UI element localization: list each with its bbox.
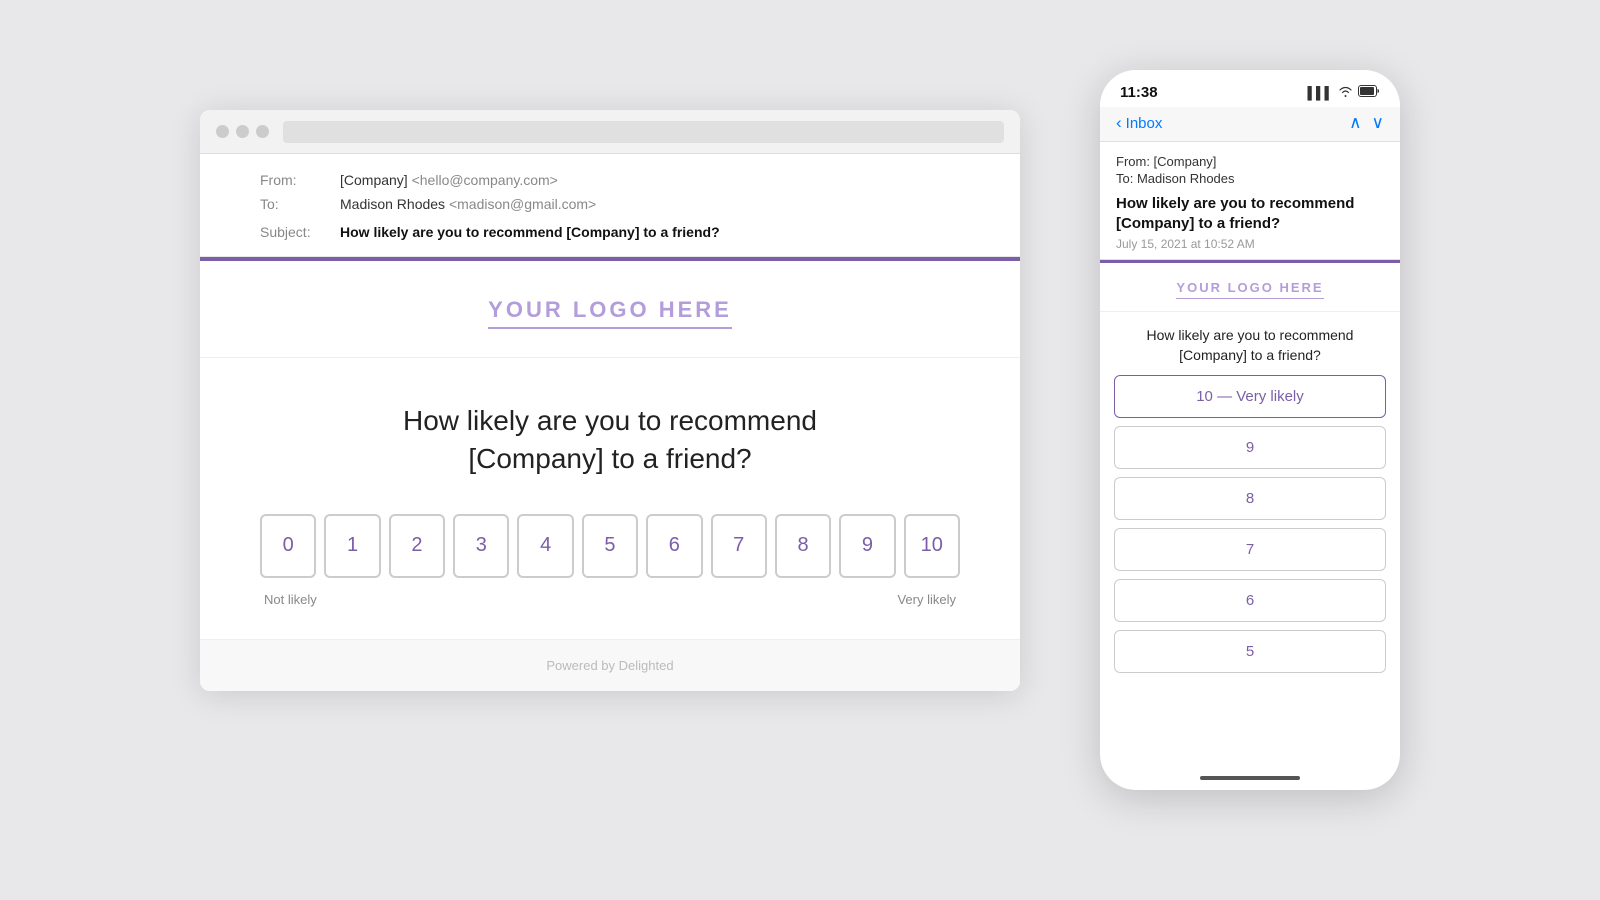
nps-btn-1[interactable]: 1 — [324, 514, 380, 578]
window-titlebar — [200, 110, 1020, 154]
mobile-nps-option-1[interactable]: 9 — [1114, 426, 1386, 469]
back-chevron-icon: ‹ — [1116, 113, 1122, 133]
logo-placeholder-desktop: YOUR LOGO HERE — [488, 297, 732, 329]
back-label: Inbox — [1126, 115, 1163, 132]
mobile-nps-option-0[interactable]: 10 — Very likely — [1114, 375, 1386, 418]
address-bar — [283, 121, 1004, 143]
email-from-row: From: [Company] <hello@company.com> — [260, 172, 960, 188]
label-very-likely: Very likely — [897, 592, 956, 607]
tl-maximize[interactable] — [256, 125, 269, 138]
nps-scale: 012345678910 — [260, 514, 960, 578]
powered-by: Powered by Delighted — [546, 658, 673, 673]
tl-minimize[interactable] — [236, 125, 249, 138]
phone-home-indicator — [1100, 766, 1400, 790]
email-to-row: To: Madison Rhodes <madison@gmail.com> — [260, 196, 960, 212]
scene: From: [Company] <hello@company.com> To: … — [200, 70, 1400, 830]
mobile-nps-options: 10 — Very likely 9 8 7 6 5 — [1100, 375, 1400, 673]
nps-btn-4[interactable]: 4 — [517, 514, 573, 578]
mobile-nps-question: How likely are you to recommend [Company… — [1100, 312, 1400, 375]
email-footer: Powered by Delighted — [200, 639, 1020, 691]
email-header: From: [Company] <hello@company.com> To: … — [200, 154, 1020, 257]
phone-time: 11:38 — [1120, 84, 1158, 101]
mobile-nps-option-5[interactable]: 5 — [1114, 630, 1386, 673]
to-name: Madison Rhodes — [340, 196, 445, 212]
email-subject-row: Subject: How likely are you to recommend… — [260, 224, 960, 240]
mobile-logo-section: YOUR LOGO HERE — [1100, 263, 1400, 312]
wifi-icon — [1338, 86, 1353, 100]
nps-btn-8[interactable]: 8 — [775, 514, 831, 578]
nps-btn-6[interactable]: 6 — [646, 514, 702, 578]
back-button[interactable]: ‹ Inbox — [1116, 113, 1162, 133]
prev-arrow-icon[interactable]: ∧ — [1349, 113, 1361, 133]
email-logo-section: YOUR LOGO HERE — [200, 261, 1020, 358]
battery-icon — [1358, 85, 1380, 100]
phone-status-bar: 11:38 ▌▌▌ — [1100, 70, 1400, 107]
to-value: Madison Rhodes <madison@gmail.com> — [340, 196, 596, 212]
nps-btn-7[interactable]: 7 — [711, 514, 767, 578]
label-not-likely: Not likely — [264, 592, 317, 607]
to-label: To: — [260, 196, 340, 212]
mobile-date: July 15, 2021 at 10:52 AM — [1116, 237, 1384, 251]
from-addr: <hello@company.com> — [412, 172, 558, 188]
to-addr: <madison@gmail.com> — [449, 196, 596, 212]
subject-text: How likely are you to recommend [Company… — [340, 224, 720, 240]
next-arrow-icon[interactable]: ∨ — [1372, 113, 1384, 133]
logo-placeholder-mobile: YOUR LOGO HERE — [1176, 280, 1323, 299]
traffic-lights — [216, 125, 269, 138]
tl-close[interactable] — [216, 125, 229, 138]
nps-btn-0[interactable]: 0 — [260, 514, 316, 578]
mobile-subject: How likely are you to recommend [Company… — [1116, 194, 1384, 233]
mobile-email-meta: From: [Company] To: Madison Rhodes How l… — [1100, 142, 1400, 260]
email-body: How likely are you to recommend[Company]… — [200, 358, 1020, 639]
from-value: [Company] <hello@company.com> — [340, 172, 558, 188]
nps-btn-9[interactable]: 9 — [839, 514, 895, 578]
nps-btn-5[interactable]: 5 — [582, 514, 638, 578]
mobile-to: To: Madison Rhodes — [1116, 171, 1384, 186]
signal-icon: ▌▌▌ — [1307, 86, 1333, 100]
phone-status-icons: ▌▌▌ — [1307, 85, 1380, 100]
mobile-from: From: [Company] — [1116, 154, 1384, 169]
mobile-phone: 11:38 ▌▌▌ — [1100, 70, 1400, 790]
nps-btn-10[interactable]: 10 — [904, 514, 960, 578]
home-bar — [1200, 776, 1300, 780]
nps-question-desktop: How likely are you to recommend[Company]… — [260, 402, 960, 478]
mobile-nps-option-3[interactable]: 7 — [1114, 528, 1386, 571]
nps-btn-3[interactable]: 3 — [453, 514, 509, 578]
desktop-email-window: From: [Company] <hello@company.com> To: … — [200, 110, 1020, 691]
mobile-nps-option-4[interactable]: 6 — [1114, 579, 1386, 622]
mobile-email-body: YOUR LOGO HERE How likely are you to rec… — [1100, 263, 1400, 766]
phone-nav-bar: ‹ Inbox ∧ ∨ — [1100, 107, 1400, 142]
nps-labels: Not likely Very likely — [260, 592, 960, 607]
nav-arrows: ∧ ∨ — [1349, 113, 1384, 133]
from-label: From: — [260, 172, 340, 188]
from-name: [Company] — [340, 172, 408, 188]
nps-btn-2[interactable]: 2 — [389, 514, 445, 578]
subject-label: Subject: — [260, 224, 340, 240]
mobile-nps-option-2[interactable]: 8 — [1114, 477, 1386, 520]
